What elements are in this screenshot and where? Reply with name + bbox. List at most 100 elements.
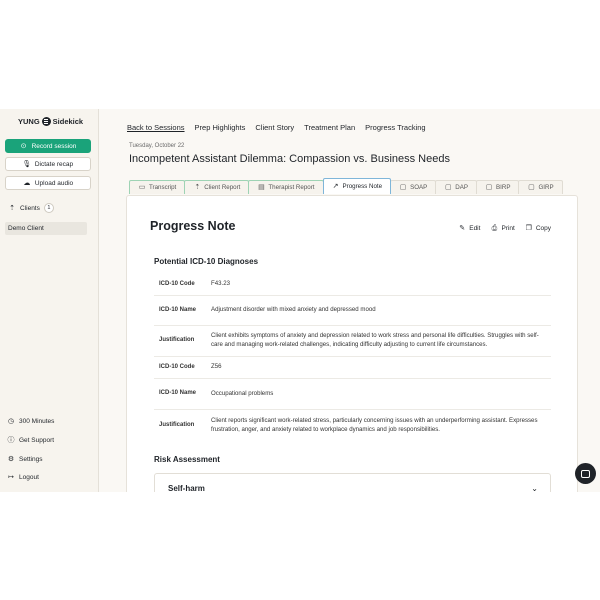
edit-button[interactable]: ✎ Edit xyxy=(458,224,480,232)
tab-girp[interactable]: ▢ GIRP xyxy=(518,180,563,194)
main-content: Back to Sessions Prep Highlights Client … xyxy=(99,109,600,492)
tab-progress-note[interactable]: ↗ Progress Note xyxy=(322,178,392,194)
self-harm-accordion[interactable]: Self-harm ⌄ xyxy=(154,473,551,492)
logout-item[interactable]: ↦ Logout xyxy=(7,473,39,481)
trend-icon: ↗ xyxy=(332,183,339,190)
tab-soap[interactable]: ▢ SOAP xyxy=(390,180,437,194)
row-value: F43.23 xyxy=(211,280,230,288)
tab-transcript[interactable]: ▭ Transcript xyxy=(129,180,186,194)
printer-icon: ⎙ xyxy=(491,224,498,232)
person-icon: ⇡ xyxy=(9,204,15,212)
dictate-recap-button[interactable]: 🎙 Dictate recap xyxy=(5,157,91,171)
logout-icon: ↦ xyxy=(8,473,14,481)
tab-birp[interactable]: ▢ BIRP xyxy=(476,180,520,194)
diagnoses-heading: Potential ICD-10 Diagnoses xyxy=(154,257,259,266)
settings-item[interactable]: ⚙ Settings xyxy=(7,455,43,463)
nav-treatment-plan[interactable]: Treatment Plan xyxy=(304,123,355,132)
brand-name-right: Sidekick xyxy=(52,116,84,126)
gear-icon: ⚙ xyxy=(7,455,15,463)
print-label: Print xyxy=(501,224,515,232)
tab-dap[interactable]: ▢ DAP xyxy=(435,180,477,194)
upload-audio-label: Upload audio xyxy=(34,179,74,187)
row-value: Z56 xyxy=(211,363,222,371)
tab-label: Therapist Report xyxy=(268,184,315,191)
row-value: Occupational problems xyxy=(211,389,274,397)
record-icon: ⊙ xyxy=(20,142,27,150)
help-circle-icon: ⓘ xyxy=(7,436,15,444)
nav-back-to-sessions[interactable]: Back to Sessions xyxy=(127,123,185,132)
row-key: ICD-10 Code xyxy=(159,363,195,370)
tab-label: SOAP xyxy=(410,184,428,191)
minutes-item[interactable]: ◷ 300 Minutes xyxy=(7,417,54,425)
table-row: Justification Client exhibits symptoms o… xyxy=(154,326,551,357)
record-session-button[interactable]: ⊙ Record session xyxy=(5,139,91,153)
edit-label: Edit xyxy=(469,224,481,232)
clipboard-icon: ▢ xyxy=(444,184,452,191)
clipboard-icon: ▢ xyxy=(399,184,407,191)
record-session-label: Record session xyxy=(31,142,77,150)
copy-button[interactable]: ❐ Copy xyxy=(525,224,551,232)
client-item-demo[interactable]: Demo Client xyxy=(5,222,87,235)
row-key: ICD-10 Name xyxy=(159,306,197,313)
nav-prep-highlights[interactable]: Prep Highlights xyxy=(195,123,246,132)
chat-icon: ▭ xyxy=(138,184,146,191)
tab-label: Progress Note xyxy=(342,183,383,190)
row-key: Justification xyxy=(159,421,195,428)
clipboard-icon: ▢ xyxy=(485,184,493,191)
brand-logo[interactable]: YUNG Sidekick xyxy=(18,115,83,127)
tab-label: GIRP xyxy=(538,184,554,191)
app-window: YUNG Sidekick ⊙ Record session 🎙 Dictate… xyxy=(0,109,600,492)
chat-logo-icon xyxy=(41,116,51,126)
get-support-item[interactable]: ⓘ Get Support xyxy=(7,436,55,444)
brand-name-left: YUNG xyxy=(18,116,40,126)
minutes-label: 300 Minutes xyxy=(19,417,55,425)
accordion-label: Self-harm xyxy=(168,484,205,492)
cloud-upload-icon: ☁ xyxy=(23,179,31,187)
tab-label: BIRP xyxy=(496,184,511,191)
upload-audio-button[interactable]: ☁ Upload audio xyxy=(5,176,91,190)
clients-header[interactable]: ⇡ Clients 1 xyxy=(8,203,54,213)
settings-label: Settings xyxy=(19,455,43,463)
document-icon: ▤ xyxy=(258,184,265,191)
row-key: ICD-10 Code xyxy=(159,280,195,287)
diagnoses-table: ICD-10 Code F43.23 ICD-10 Name Adjustmen… xyxy=(154,274,551,441)
table-row: ICD-10 Name Occupational problems xyxy=(154,379,551,410)
logout-label: Logout xyxy=(19,473,39,481)
progress-note-card: Progress Note ✎ Edit ⎙ Print ❐ Copy Pote… xyxy=(126,195,578,492)
clipboard-icon: ▢ xyxy=(528,184,535,191)
clients-label: Clients xyxy=(20,204,40,212)
tab-client-report[interactable]: ⇡ Client Report xyxy=(184,180,250,194)
chat-bubble-icon xyxy=(581,469,590,478)
nav-progress-tracking[interactable]: Progress Tracking xyxy=(365,123,425,132)
tab-label: DAP xyxy=(455,184,468,191)
table-row: Justification Client reports significant… xyxy=(154,410,551,441)
tab-therapist-report[interactable]: ▤ Therapist Report xyxy=(248,180,324,194)
clients-count-badge: 1 xyxy=(43,203,54,213)
top-nav: Back to Sessions Prep Highlights Client … xyxy=(127,123,426,132)
table-row: ICD-10 Code Z56 xyxy=(154,357,551,379)
note-actions: ✎ Edit ⎙ Print ❐ Copy xyxy=(458,224,551,232)
table-row: ICD-10 Name Adjustment disorder with mix… xyxy=(154,296,551,326)
print-button[interactable]: ⎙ Print xyxy=(490,224,515,232)
note-heading: Progress Note xyxy=(150,219,236,233)
nav-client-story[interactable]: Client Story xyxy=(255,123,294,132)
get-support-label: Get Support xyxy=(19,436,55,444)
client-name: Demo Client xyxy=(8,225,44,232)
chat-support-button[interactable] xyxy=(575,463,596,484)
session-date: Tuesday, October 22 xyxy=(129,143,185,149)
page-title: Incompetent Assistant Dilemma: Compassio… xyxy=(129,153,450,165)
dictate-recap-label: Dictate recap xyxy=(34,160,74,168)
tab-bar: ▭ Transcript ⇡ Client Report ▤ Therapist… xyxy=(129,178,563,194)
tab-label: Transcript xyxy=(149,184,177,191)
copy-label: Copy xyxy=(535,224,551,232)
row-value: Client reports significant work-related … xyxy=(211,416,538,433)
row-key: Justification xyxy=(159,337,195,344)
microphone-icon: 🎙 xyxy=(22,160,32,168)
chevron-down-icon: ⌄ xyxy=(531,484,538,492)
row-value: Client exhibits symptoms of anxiety and … xyxy=(211,332,539,348)
up-arrow-icon: ⇡ xyxy=(194,184,201,191)
row-value: Adjustment disorder with mixed anxiety a… xyxy=(211,306,376,314)
sidebar: YUNG Sidekick ⊙ Record session 🎙 Dictate… xyxy=(0,109,99,492)
clock-icon: ◷ xyxy=(7,417,15,425)
risk-assessment-heading: Risk Assessment xyxy=(154,455,220,464)
